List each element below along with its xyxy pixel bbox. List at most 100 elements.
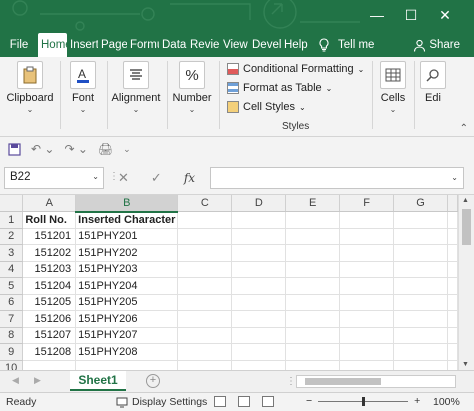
cell[interactable] [177, 211, 233, 229]
cell[interactable] [339, 343, 395, 361]
column-header-b[interactable]: B [75, 195, 179, 213]
customize-toolbar-icon[interactable]: ⌄ [123, 144, 131, 155]
vertical-scrollbar[interactable]: ▲ ▼ [458, 195, 474, 370]
cell[interactable] [285, 228, 341, 245]
cell-a5[interactable]: 151204 [22, 277, 77, 295]
print-preview-icon[interactable]: 🖨 [98, 142, 113, 156]
sheet-tab-sheet1[interactable]: Sheet1 [70, 371, 126, 391]
cell[interactable] [447, 327, 458, 344]
cell[interactable] [177, 277, 233, 295]
zoom-in-icon[interactable]: + [414, 395, 420, 407]
column-header-f[interactable]: F [339, 195, 395, 212]
add-sheet-icon[interactable]: + [146, 374, 160, 388]
horizontal-scrollbar[interactable] [296, 375, 456, 388]
cell[interactable] [231, 211, 287, 229]
select-all-corner[interactable] [0, 195, 24, 212]
tab-help[interactable]: Help [281, 33, 309, 57]
cell[interactable] [177, 244, 233, 262]
cell[interactable] [339, 228, 395, 245]
number-group[interactable]: % Number ⌄ [172, 57, 212, 121]
column-header-e[interactable]: E [285, 195, 341, 212]
cell-a1[interactable]: Roll No. [22, 211, 77, 229]
row-header[interactable]: 8 [0, 327, 24, 344]
save-icon[interactable] [8, 142, 21, 156]
cell[interactable] [447, 343, 458, 361]
cell[interactable] [177, 294, 233, 311]
row-header[interactable]: 3 [0, 244, 24, 262]
cell-b3[interactable]: 151PHY202 [75, 244, 179, 262]
cell-b5[interactable]: 151PHY204 [75, 277, 179, 295]
cell[interactable] [231, 294, 287, 311]
cell-a9[interactable]: 151208 [22, 343, 77, 361]
redo-icon[interactable]: ↷ ⌄ [64, 142, 87, 156]
cancel-icon[interactable]: ✕ [118, 170, 129, 186]
cell[interactable] [447, 310, 458, 328]
cell-a6[interactable]: 151205 [22, 294, 77, 311]
scroll-thumb[interactable] [462, 209, 471, 245]
cell[interactable] [393, 360, 449, 370]
display-settings-button[interactable]: Display Settings [116, 396, 207, 408]
tab-home[interactable]: Home [38, 33, 67, 57]
normal-view-icon[interactable] [214, 396, 226, 407]
tab-insert[interactable]: Insert [67, 33, 98, 57]
cell-b7[interactable]: 151PHY206 [75, 310, 179, 328]
cell[interactable] [285, 244, 341, 262]
cell[interactable] [447, 277, 458, 295]
cell[interactable] [339, 211, 395, 229]
cell-a4[interactable]: 151203 [22, 261, 77, 278]
cell-b10[interactable] [75, 360, 179, 370]
minimize-button[interactable]: — [362, 4, 392, 26]
cell[interactable] [393, 310, 449, 328]
row-header[interactable]: 6 [0, 294, 24, 311]
cell[interactable] [339, 261, 395, 278]
cell[interactable] [393, 277, 449, 295]
cell-b4[interactable]: 151PHY203 [75, 261, 179, 278]
column-header-d[interactable]: D [231, 195, 287, 212]
column-header-g[interactable]: G [393, 195, 449, 212]
cell[interactable] [447, 211, 458, 229]
cell[interactable] [285, 343, 341, 361]
cell[interactable] [339, 360, 395, 370]
chevron-down-icon[interactable]: ⌄ [92, 172, 99, 181]
collapse-ribbon-icon[interactable]: ⌃ [460, 123, 468, 134]
cell[interactable] [231, 343, 287, 361]
cell-styles-button[interactable]: Cell Styles ⌄ [227, 98, 306, 116]
cell[interactable] [177, 343, 233, 361]
cell[interactable] [177, 360, 233, 370]
cell-a8[interactable]: 151207 [22, 327, 77, 344]
cell[interactable] [339, 327, 395, 344]
conditional-formatting-button[interactable]: Conditional Formatting ⌄ [227, 60, 364, 78]
editing-group[interactable]: Edi [420, 57, 446, 121]
cell[interactable] [393, 228, 449, 245]
tell-me-search[interactable]: Tell me [315, 33, 377, 57]
row-header[interactable]: 2 [0, 228, 24, 245]
tab-developer[interactable]: Devel [249, 33, 281, 57]
cell[interactable] [393, 294, 449, 311]
cell[interactable] [285, 261, 341, 278]
cell-a2[interactable]: 151201 [22, 228, 77, 245]
tab-page-layout[interactable]: Page [98, 33, 127, 57]
cell[interactable] [231, 327, 287, 344]
format-as-table-button[interactable]: Format as Table ⌄ [227, 79, 332, 97]
insert-function-icon[interactable]: fx [184, 171, 195, 185]
cell[interactable] [177, 310, 233, 328]
cell-b8[interactable]: 151PHY207 [75, 327, 179, 344]
share-button[interactable]: Share [410, 33, 474, 57]
cells-group[interactable]: Cells ⌄ [378, 57, 408, 121]
cell[interactable] [285, 277, 341, 295]
cell[interactable] [231, 277, 287, 295]
confirm-icon[interactable]: ✓ [151, 170, 162, 186]
close-button[interactable]: ✕ [430, 4, 460, 26]
cell-b6[interactable]: 151PHY205 [75, 294, 179, 311]
cell[interactable] [285, 360, 341, 370]
cell[interactable] [447, 294, 458, 311]
row-header[interactable]: 9 [0, 343, 24, 361]
cell[interactable] [393, 211, 449, 229]
font-group[interactable]: A Font ⌄ [66, 57, 100, 121]
row-header[interactable]: 7 [0, 310, 24, 328]
zoom-slider-thumb[interactable] [362, 396, 366, 406]
cell-a7[interactable]: 151206 [22, 310, 77, 328]
zoom-level[interactable]: 100% [433, 396, 460, 408]
cell[interactable] [231, 360, 287, 370]
worksheet-grid[interactable]: A B C D E F G 1 Roll No. Inserted Charac… [0, 195, 458, 370]
